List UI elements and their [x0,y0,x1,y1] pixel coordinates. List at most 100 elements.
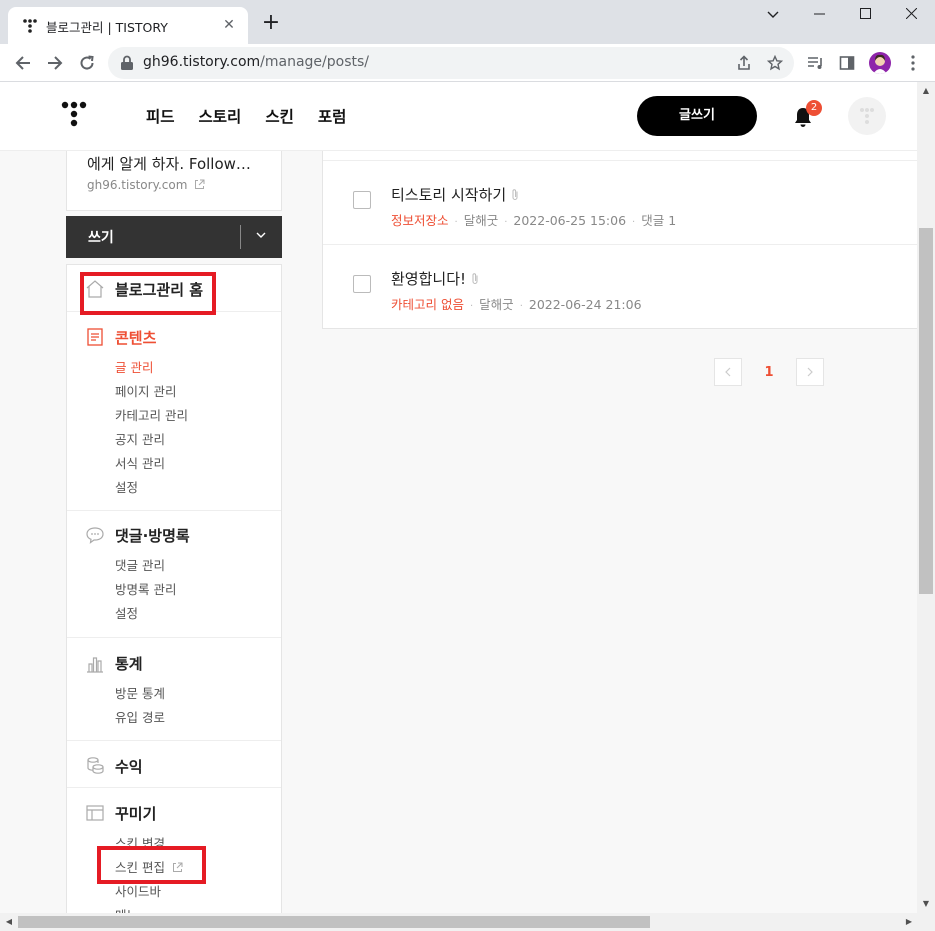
vertical-scroll-thumb[interactable] [919,228,933,594]
nav-feed[interactable]: 피드 [146,105,175,127]
sidebar-item-page-manage[interactable]: 페이지 관리 [115,381,176,400]
close-tab-icon[interactable]: ✕ [220,16,238,34]
menu-section-stats: 통계 방문 통계 유입 경로 [67,638,281,741]
sidebar-item-home[interactable]: 블로그관리 홈 [115,279,203,300]
menu-section-design: 꾸미기 스킨 변경 스킨 편집 사이드바 메뉴 [67,788,281,913]
browser-tab[interactable]: 블로그관리 | TISTORY ✕ [8,7,248,44]
divider [240,225,241,249]
notification-count-badge: 2 [806,100,822,116]
vertical-scrollbar[interactable]: ▲ ▼ [917,82,935,913]
post-category[interactable]: 정보저장소 [391,213,449,228]
menu-section-contents: 콘텐츠 글 관리 페이지 관리 카테고리 관리 공지 관리 서식 관리 설정 [67,312,281,511]
post-date: 2022-06-25 15:06 [513,213,627,228]
maximize-icon[interactable] [842,0,888,30]
sidebar-item-revenue[interactable]: 수익 [115,756,143,777]
close-window-icon[interactable] [888,0,934,30]
horizontal-scroll-thumb[interactable] [18,916,650,928]
lock-icon[interactable] [120,55,134,71]
tab-search-icon[interactable] [750,0,796,30]
sidebar-item-contents-settings[interactable]: 설정 [115,477,138,496]
nav-story[interactable]: 스토리 [199,105,242,127]
bar-chart-icon [87,657,103,673]
list-item[interactable]: 환영합니다! 카테고리 없음 · 달해굿 · 2022-06-24 21:06 [323,244,917,328]
prev-page-button[interactable] [714,358,742,386]
nav-forum[interactable]: 포럼 [318,105,347,127]
speech-bubble-icon [86,527,104,544]
sidebar-item-guestbook-manage[interactable]: 방명록 관리 [115,579,176,598]
sidebar-item-design[interactable]: 꾸미기 [115,803,156,824]
sidebar-item-skin-edit[interactable]: 스킨 편집 [115,857,183,876]
scroll-down-arrow-icon[interactable]: ▼ [919,897,933,911]
bookmark-star-icon[interactable] [765,53,785,73]
global-nav: 피드 스토리 스킨 포럼 [146,105,346,127]
sidebar-item-comments-settings[interactable]: 설정 [115,603,138,622]
sidebar-item-skin-change[interactable]: 스킨 변경 [115,833,165,852]
post-meta: 정보저장소 · 달해굿 · 2022-06-25 15:06 · 댓글 1 [391,213,677,228]
home-icon [86,280,104,298]
sidebar-item-menu[interactable]: 메뉴 [115,905,138,913]
sidebar-write-button[interactable]: 쓰기 [66,216,282,258]
sidebar-menu: 블로그관리 홈 콘텐츠 글 관리 페이지 관리 카테고리 관리 공지 관리 서식… [66,264,282,913]
list-item[interactable]: 티스토리 시작하기 정보저장소 · 달해굿 · 2022-06-25 15:06 · 댓글 … [323,160,917,244]
forward-arrow-icon[interactable] [42,50,68,76]
post-title[interactable]: 환영합니다! [391,268,480,289]
minimize-icon[interactable] [796,0,842,30]
user-profile-avatar[interactable] [848,97,886,135]
post-title[interactable]: 티스토리 시작하기 [391,184,520,205]
site-header: 피드 스토리 스킨 포럼 글쓰기 2 [0,82,917,151]
write-post-button[interactable]: 글쓰기 [637,96,757,136]
url-text: gh96.tistory.com/manage/posts/ [143,54,370,70]
scroll-right-arrow-icon[interactable]: ▶ [902,915,916,929]
sidebar-item-stats[interactable]: 통계 [115,653,143,674]
blog-url-link[interactable]: gh96.tistory.com [87,178,205,192]
sidebar-write-label: 쓰기 [88,230,114,246]
browser-toolbar: gh96.tistory.com/manage/posts/ [0,44,935,82]
scroll-left-arrow-icon[interactable]: ◀ [2,915,16,929]
nav-skin[interactable]: 스킨 [265,105,294,127]
menu-section-revenue: 수익 [67,741,281,788]
blog-description: 에게 알게 하자. Follow… [87,155,251,173]
reload-icon[interactable] [74,50,100,76]
post-list: 티스토리 시작하기 정보저장소 · 달해굿 · 2022-06-25 15:06 · 댓글 … [322,151,917,329]
post-checkbox[interactable] [353,275,371,293]
menu-section-home: 블로그관리 홈 [67,265,281,312]
sidebar-item-referrer[interactable]: 유입 경로 [115,707,165,726]
browser-tab-strip: 블로그관리 | TISTORY ✕ + [0,0,935,44]
post-comment-count[interactable]: 댓글 1 [641,213,676,228]
post-category[interactable]: 카테고리 없음 [391,297,464,312]
sidebar-item-notice-manage[interactable]: 공지 관리 [115,429,165,448]
document-icon [87,328,103,346]
chevron-down-icon[interactable] [254,228,268,242]
sidebar-item-post-manage[interactable]: 글 관리 [115,357,153,376]
tistory-logo-icon[interactable] [61,101,87,129]
chevron-right-icon [807,367,813,377]
post-author: 달해굿 [463,213,499,228]
tistory-avatar-icon [860,108,874,124]
sidebar-item-template-manage[interactable]: 서식 관리 [115,453,165,472]
page-number-current[interactable]: 1 [742,365,796,380]
tistory-favicon-icon [23,19,37,33]
sidebar-item-contents[interactable]: 콘텐츠 [115,327,156,348]
horizontal-scrollbar[interactable]: ◀ ▶ [0,913,935,931]
side-panel-icon[interactable] [836,52,858,74]
sidebar-item-category-manage[interactable]: 카테고리 관리 [115,405,188,424]
chevron-left-icon [725,367,731,377]
next-page-button[interactable] [796,358,824,386]
sidebar-item-visit-stats[interactable]: 방문 통계 [115,683,165,702]
sidebar-item-comment-manage[interactable]: 댓글 관리 [115,555,165,574]
sidebar-item-comments[interactable]: 댓글·방명록 [115,525,190,546]
scroll-up-arrow-icon[interactable]: ▲ [919,84,933,98]
address-bar[interactable]: gh96.tistory.com/manage/posts/ [108,47,794,79]
coins-icon [87,757,104,774]
back-arrow-icon[interactable] [10,50,36,76]
sidebar-item-sidebar[interactable]: 사이드바 [115,881,161,900]
post-date: 2022-06-24 21:06 [528,297,642,312]
post-author: 달해굿 [479,297,514,312]
post-checkbox[interactable] [353,191,371,209]
paperclip-icon [512,189,518,200]
profile-avatar-icon[interactable] [869,52,891,74]
share-icon[interactable] [734,53,754,73]
media-control-icon[interactable] [805,52,827,74]
kebab-menu-icon[interactable] [902,52,924,74]
new-tab-button[interactable]: + [260,12,282,35]
